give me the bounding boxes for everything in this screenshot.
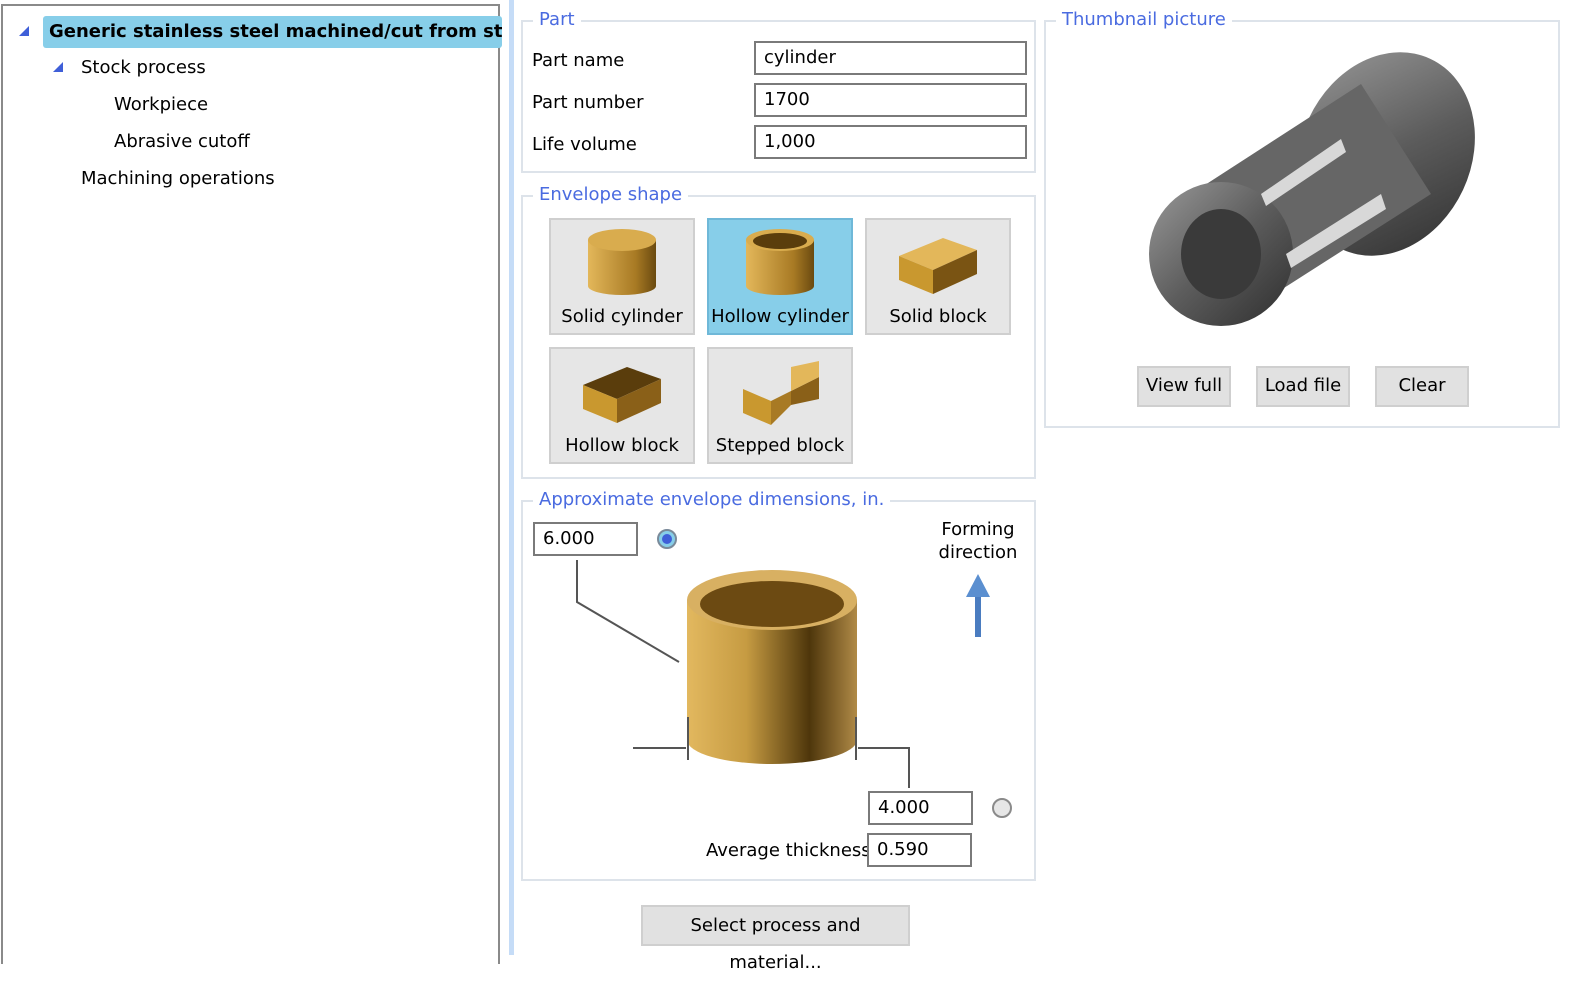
expand-icon[interactable] bbox=[19, 26, 29, 36]
select-process-material-button[interactable]: Select process and material... bbox=[641, 905, 910, 973]
load-file-button[interactable]: Load file bbox=[1256, 366, 1350, 407]
envelope-shape-group: Envelope shape Solid cylinder Hollow cyl… bbox=[521, 184, 1036, 479]
part-legend: Part bbox=[533, 9, 581, 30]
dimensions-group: Approximate envelope dimensions, in. 6.0… bbox=[521, 489, 1036, 881]
part-number-label: Part number bbox=[532, 92, 644, 113]
tree-item-stock-process[interactable]: Stock process bbox=[81, 57, 206, 78]
solid-cylinder-icon bbox=[588, 229, 656, 295]
tree-item-abrasive-cutoff[interactable]: Abrasive cutoff bbox=[114, 131, 250, 152]
diameter-radio[interactable] bbox=[992, 798, 1012, 818]
stepped-block-icon bbox=[743, 361, 819, 425]
shape-label: Stepped block bbox=[715, 435, 845, 456]
shape-hollow-block[interactable]: Hollow block bbox=[549, 347, 695, 464]
shape-label: Solid block bbox=[889, 306, 987, 327]
shape-label: Hollow cylinder bbox=[711, 306, 849, 327]
life-volume-label: Life volume bbox=[532, 134, 637, 155]
hollow-cylinder-icon bbox=[746, 229, 814, 295]
shape-solid-block[interactable]: Solid block bbox=[865, 218, 1011, 335]
cylinder-diagram bbox=[576, 560, 990, 788]
shape-label: Solid cylinder bbox=[561, 306, 683, 327]
thumbnail-legend: Thumbnail picture bbox=[1056, 9, 1232, 30]
thickness-input[interactable]: 0.590 bbox=[867, 833, 972, 867]
view-full-button[interactable]: View full bbox=[1137, 366, 1231, 407]
tree-item-root[interactable]: Generic stainless steel machined/cut fro… bbox=[43, 16, 502, 48]
part-number-input[interactable]: 1700 bbox=[754, 83, 1027, 117]
process-tree: Generic stainless steel machined/cut fro… bbox=[1, 4, 502, 964]
solid-block-icon bbox=[899, 238, 977, 294]
life-volume-input[interactable]: 1,000 bbox=[754, 125, 1027, 159]
part-thumbnail-image bbox=[1149, 52, 1475, 326]
tree-item-machining-operations[interactable]: Machining operations bbox=[81, 168, 275, 189]
diameter-input[interactable]: 4.000 bbox=[868, 791, 973, 825]
thickness-label: Average thickness bbox=[706, 840, 871, 861]
shape-label: Hollow block bbox=[565, 435, 679, 456]
clear-button[interactable]: Clear bbox=[1375, 366, 1469, 407]
envelope-legend: Envelope shape bbox=[533, 184, 689, 205]
thumbnail-group: Thumbnail picture View full Load file Cl… bbox=[1044, 9, 1560, 428]
shape-hollow-cylinder[interactable]: Hollow cylinder bbox=[707, 218, 853, 335]
shape-stepped-block[interactable]: Stepped block bbox=[707, 347, 853, 464]
shape-solid-cylinder[interactable]: Solid cylinder bbox=[549, 218, 695, 335]
part-group: Part Part name cylinder Part number 1700… bbox=[521, 9, 1036, 173]
expand-icon[interactable] bbox=[53, 62, 63, 72]
hollow-block-icon bbox=[583, 367, 661, 423]
part-name-input[interactable]: cylinder bbox=[754, 41, 1027, 75]
tree-item-workpiece[interactable]: Workpiece bbox=[114, 94, 208, 115]
part-name-label: Part name bbox=[532, 50, 625, 71]
splitter[interactable] bbox=[509, 0, 514, 955]
tree-root-label: Generic stainless steel machined/cut fro… bbox=[49, 21, 502, 42]
